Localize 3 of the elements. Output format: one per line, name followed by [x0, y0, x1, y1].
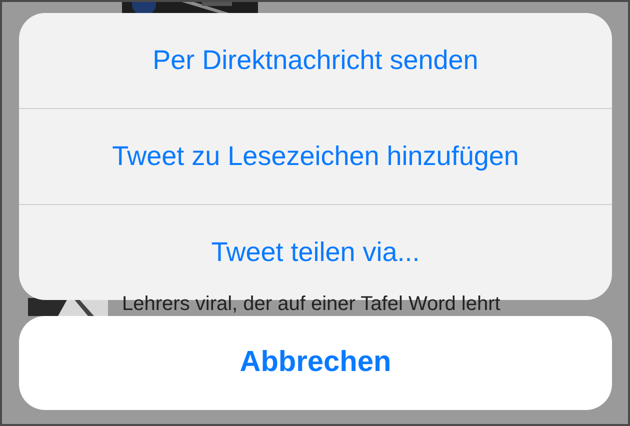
- action-button[interactable]: Per Direktnachricht senden: [19, 13, 612, 108]
- action-button[interactable]: Tweet zu Lesezeichen hinzufügen: [19, 108, 612, 204]
- cancel-button[interactable]: Abbrechen: [19, 316, 612, 410]
